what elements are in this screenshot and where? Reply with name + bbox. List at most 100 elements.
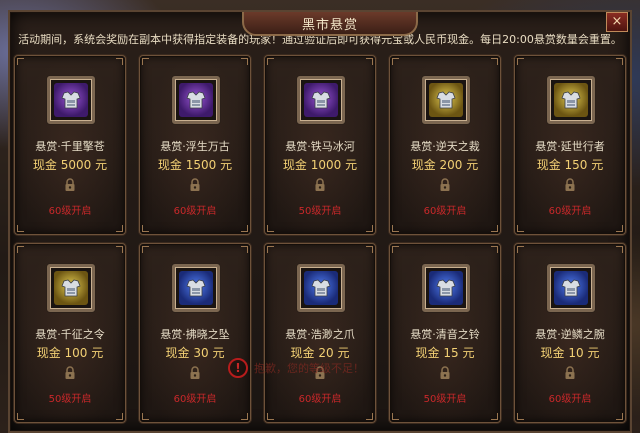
card-corner [116,413,123,420]
item-slot[interactable] [47,76,95,124]
card-corner [241,413,248,420]
card-corner [116,246,123,253]
lock-icon [64,365,76,379]
card-corner [267,58,274,65]
armor-icon-svg [561,279,581,297]
card-corner [491,225,498,232]
level-requirement: 50级开启 [48,394,92,405]
armor-icon-svg [311,91,331,109]
card-corner [116,58,123,65]
cash-reward: 现金 1000 元 [282,158,358,172]
level-requirement: 50级开启 [423,394,467,405]
toast-message: 抱歉，您的等级不足！ [254,362,364,375]
item-slot[interactable] [422,76,470,124]
cash-reward: 现金 5000 元 [32,158,108,172]
bounty-name: 悬赏·千征之令 [35,328,105,341]
card-corner [616,246,623,253]
card-corner [392,246,399,253]
card-corner [241,58,248,65]
card-corner [17,225,24,232]
bounty-card[interactable]: 悬赏·逆鳞之腕 现金 10 元 60级开启 [514,243,626,423]
card-corner [116,225,123,232]
card-corner [517,413,524,420]
bounty-name: 悬赏·拂晓之坠 [160,328,230,341]
card-corner [366,225,373,232]
armor-icon-svg [561,91,581,109]
level-requirement: 50级开启 [298,206,342,217]
bounty-name: 悬赏·延世行者 [535,140,605,153]
armor-icon [179,271,213,305]
cash-reward: 现金 10 元 [540,346,600,360]
lock-icon [314,177,326,191]
item-slot[interactable] [297,76,345,124]
card-corner [142,225,149,232]
card-corner [366,58,373,65]
card-corner [366,413,373,420]
window-title-tab: 黑市悬赏 [242,12,418,36]
bounty-card[interactable]: 悬赏·浮生万古 现金 1500 元 60级开启 [139,55,251,235]
window-title: 黑市悬赏 [301,17,358,33]
bounty-card[interactable]: 悬赏·逆天之裁 现金 200 元 60级开启 [389,55,501,235]
bounty-card[interactable]: 悬赏·清音之铃 现金 15 元 50级开启 [389,243,501,423]
lock-icon [439,365,451,379]
card-corner [142,58,149,65]
armor-icon [179,83,213,117]
level-requirement: 60级开启 [298,394,342,405]
armor-icon [554,271,588,305]
bounty-name: 悬赏·浩渺之爪 [285,328,355,341]
level-requirement: 60级开启 [173,206,217,217]
armor-icon [54,83,88,117]
card-corner [616,413,623,420]
close-button[interactable]: × [606,12,628,32]
card-corner [366,246,373,253]
card-corner [392,413,399,420]
bounty-name: 悬赏·浮生万古 [160,140,230,153]
card-corner [267,225,274,232]
card-corner [17,58,24,65]
item-slot[interactable] [172,76,220,124]
level-requirement: 60级开启 [548,394,592,405]
level-requirement: 60级开启 [548,206,592,217]
item-slot[interactable] [47,264,95,312]
item-slot[interactable] [422,264,470,312]
bounty-card[interactable]: 悬赏·延世行者 现金 150 元 60级开启 [514,55,626,235]
card-corner [142,413,149,420]
card-corner [491,246,498,253]
bounty-card[interactable]: 悬赏·千征之令 现金 100 元 50级开启 [14,243,126,423]
bounty-name: 悬赏·清音之铃 [410,328,480,341]
armor-icon [304,83,338,117]
item-slot[interactable] [547,264,595,312]
card-corner [491,413,498,420]
bounty-name: 悬赏·铁马冰河 [285,140,355,153]
armor-icon-svg [436,91,456,109]
armor-icon [304,271,338,305]
card-corner [267,246,274,253]
card-corner [392,225,399,232]
lock-icon [564,365,576,379]
card-corner [616,225,623,232]
bounty-card[interactable]: 悬赏·浩渺之爪 现金 20 元 60级开启 [264,243,376,423]
cash-reward: 现金 200 元 [411,158,479,172]
armor-icon-svg [186,279,206,297]
bounty-card[interactable]: 悬赏·拂晓之坠 现金 30 元 60级开启 [139,243,251,423]
armor-icon [554,83,588,117]
item-slot[interactable] [547,76,595,124]
card-corner [267,413,274,420]
error-toast: ! 抱歉，您的等级不足！ [228,356,408,380]
bounty-card[interactable]: 悬赏·千里擎苍 现金 5000 元 60级开启 [14,55,126,235]
cash-reward: 现金 1500 元 [157,158,233,172]
card-corner [142,246,149,253]
bounty-card[interactable]: 悬赏·铁马冰河 现金 1000 元 50级开启 [264,55,376,235]
card-corner [392,58,399,65]
lock-icon [189,177,201,191]
lock-icon [564,177,576,191]
item-slot[interactable] [172,264,220,312]
card-corner [17,246,24,253]
bounty-name: 悬赏·逆天之裁 [410,140,480,153]
cash-reward: 现金 100 元 [36,346,104,360]
item-slot[interactable] [297,264,345,312]
armor-icon [54,271,88,305]
level-requirement: 60级开启 [48,206,92,217]
card-corner [517,58,524,65]
bounty-name: 悬赏·逆鳞之腕 [535,328,605,341]
